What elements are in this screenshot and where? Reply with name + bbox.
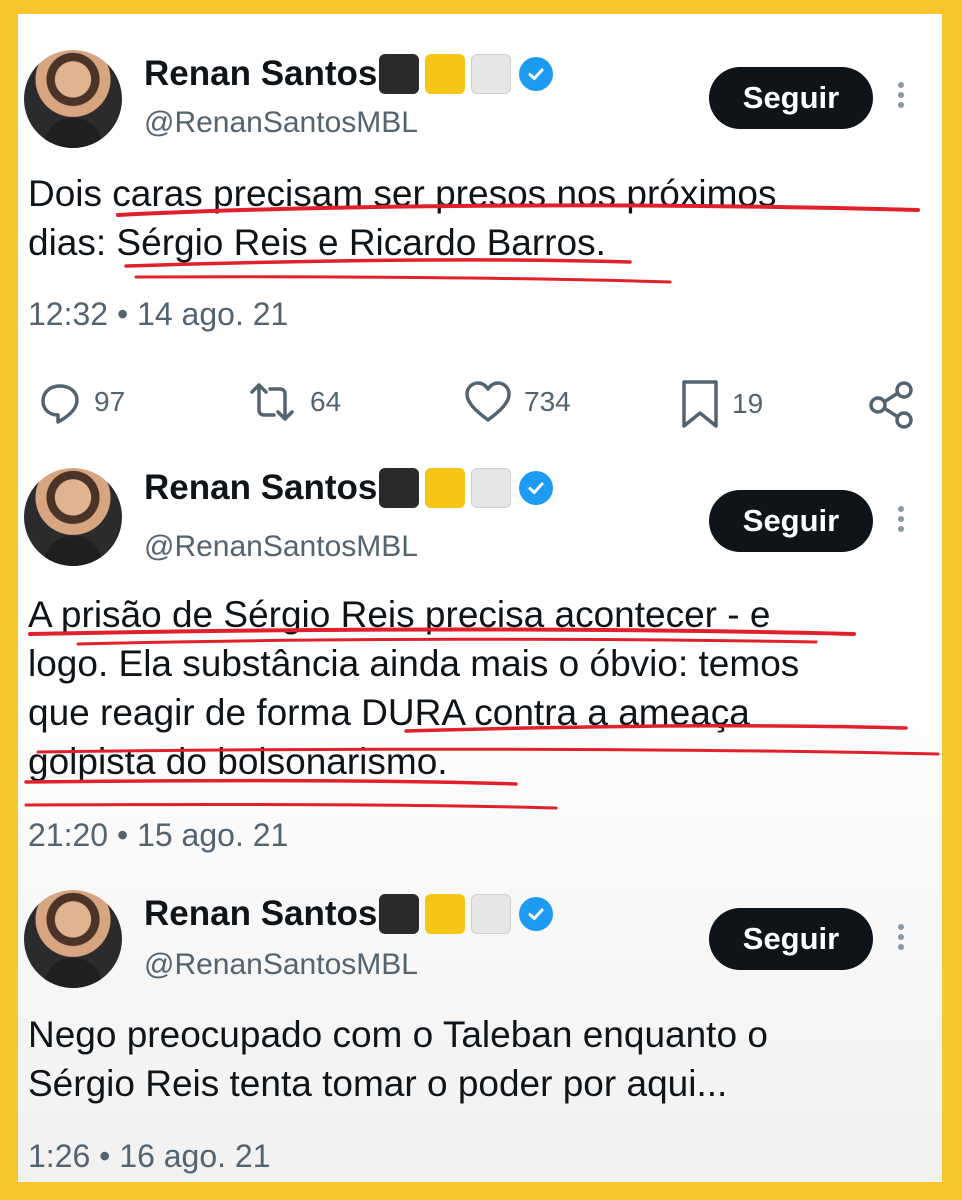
white-square-icon [471,54,512,94]
black-square-icon [379,468,420,508]
verified-badge-icon [519,471,554,505]
reply-icon [41,384,79,424]
bookmark-icon [682,380,718,428]
author-handle[interactable]: @RenanSantosMBL [144,106,418,140]
follow-button[interactable]: Seguir [709,67,873,129]
verified-badge-icon [519,57,554,91]
author-name[interactable]: Renan Santos [144,894,377,934]
more-options-icon[interactable] [894,78,908,118]
more-options-icon[interactable] [894,920,908,960]
tweet-text-line: golpista do bolsonarismo. [28,741,448,782]
verified-badge-icon [519,897,554,931]
tweet-text-line: Dois caras precisam ser presos nos próxi… [28,173,777,214]
share-button[interactable] [864,378,918,432]
tweet-text-line: dias: Sérgio Reis e Ricardo Barros. [28,222,606,263]
tweet-text-line: A prisão de Sérgio Reis precisa acontece… [28,594,771,635]
tweet-text-line: Nego preocupado com o Taleban enquanto o [28,1014,768,1055]
author-row: Renan Santos [144,894,554,934]
black-square-icon [379,894,420,934]
like-button[interactable]: 734 [462,378,571,426]
bookmark-count: 19 [732,388,764,419]
avatar[interactable] [24,50,122,148]
avatar[interactable] [24,468,122,566]
tweet-actions: 97 64 734 19 [18,378,942,438]
tweet-timestamp[interactable]: 12:32 • 14 ago. 21 [28,296,288,333]
tweet-text-line: logo. Ela substância ainda mais o óbvio:… [28,643,800,684]
like-count: 734 [524,386,571,417]
like-icon [465,381,511,422]
tweet-text: A prisão de Sérgio Reis precisa acontece… [28,590,928,786]
author-name[interactable]: Renan Santos [144,468,377,508]
author-row: Renan Santos [144,468,554,508]
share-icon [869,381,913,429]
follow-button[interactable]: Seguir [709,490,873,552]
retweet-button[interactable]: 64 [244,378,341,426]
tweet-text-line: que reagir de forma DURA contra a ameaça [28,692,750,733]
retweet-count: 64 [310,386,342,417]
author-name[interactable]: Renan Santos [144,54,377,94]
author-handle[interactable]: @RenanSantosMBL [144,530,418,564]
follow-button[interactable]: Seguir [709,908,873,970]
yellow-square-icon [425,54,466,94]
white-square-icon [471,468,512,508]
tweet-timestamp[interactable]: 1:26 • 16 ago. 21 [28,1138,271,1175]
retweet-icon [250,383,294,421]
tweet-text-line: Sérgio Reis tenta tomar o poder por aqui… [28,1063,728,1104]
tweet-text: Dois caras precisam ser presos nos próxi… [28,169,928,267]
author-handle[interactable]: @RenanSantosMBL [144,948,418,982]
reply-count: 97 [94,386,126,417]
tweet-collage: Renan Santos @RenanSantosMBL Seguir Dois… [18,14,942,1182]
author-row: Renan Santos [144,54,554,94]
yellow-square-icon [425,468,466,508]
bookmark-button[interactable]: 19 [678,378,763,430]
reply-button[interactable]: 97 [36,378,125,426]
avatar[interactable] [24,890,122,988]
tweet-timestamp[interactable]: 21:20 • 15 ago. 21 [28,817,288,854]
more-options-icon[interactable] [894,502,908,542]
tweet-text: Nego preocupado com o Taleban enquanto o… [28,1010,928,1108]
black-square-icon [379,54,420,94]
white-square-icon [471,894,512,934]
yellow-square-icon [425,894,466,934]
